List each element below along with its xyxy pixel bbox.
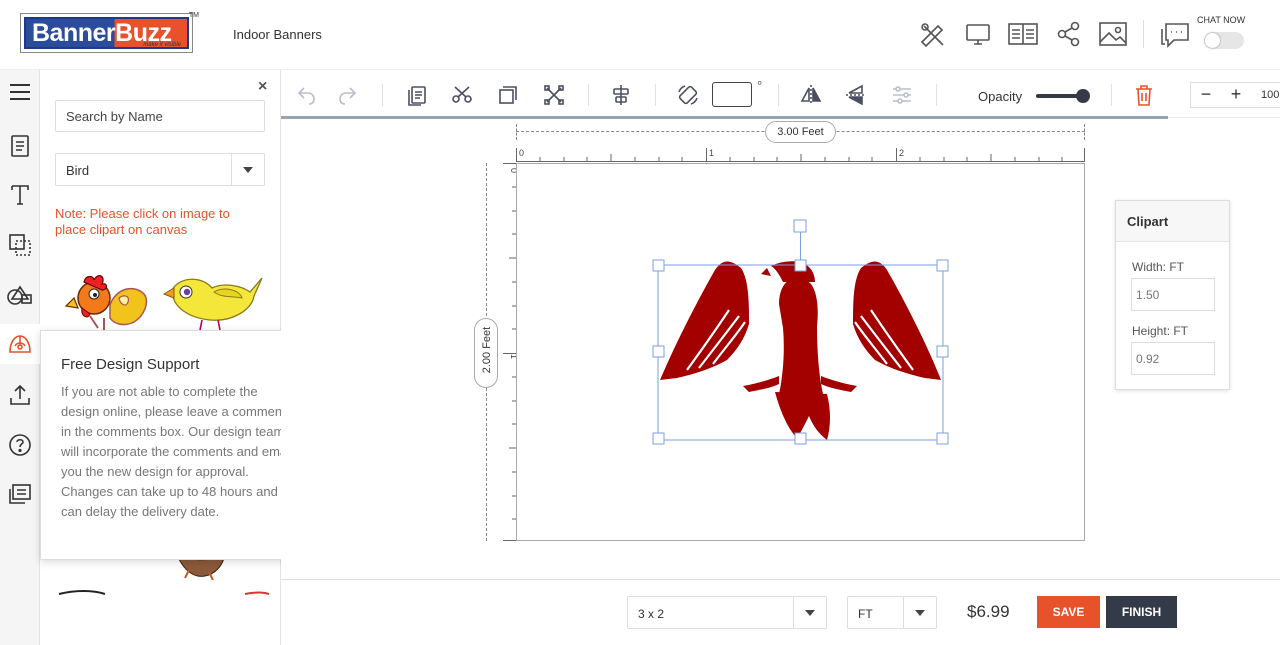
flip-horizontal-icon[interactable] bbox=[799, 83, 823, 107]
delete-icon[interactable] bbox=[1132, 83, 1156, 107]
clipart-instruction-note: Note: Please click on image to place cli… bbox=[55, 206, 230, 237]
upload-icon[interactable] bbox=[0, 375, 40, 415]
width-dimension-label: 3.00 Feet bbox=[765, 121, 836, 143]
ruler-h-label-2: 2 bbox=[899, 148, 904, 158]
image-icon[interactable] bbox=[1098, 20, 1127, 48]
width-dimension-tick bbox=[1084, 124, 1085, 140]
finish-button[interactable]: FINISH bbox=[1106, 596, 1177, 628]
clipart-row-partial[interactable] bbox=[55, 585, 270, 595]
zoom-in-button[interactable]: + bbox=[1221, 83, 1251, 107]
price-display: $6.99 bbox=[967, 602, 1010, 621]
toolbar-divider bbox=[778, 84, 779, 106]
height-dimension-pill: 2.00 Feet bbox=[474, 318, 498, 388]
toolbar-divider bbox=[1111, 84, 1112, 106]
width-dimension-tick bbox=[516, 124, 517, 140]
align-center-icon[interactable] bbox=[609, 83, 633, 107]
paste-icon[interactable] bbox=[405, 83, 429, 107]
bottom-bar: 3 x 2 FT $6.99 SAVE FINISH bbox=[281, 579, 1280, 645]
top-header: BannerBuzz make it visible TM Indoor Ban… bbox=[0, 0, 1280, 70]
opacity-slider-thumb[interactable] bbox=[1076, 89, 1090, 103]
opacity-label: Opacity bbox=[978, 89, 1023, 104]
templates-icon[interactable] bbox=[0, 126, 40, 166]
rotate-icon[interactable] bbox=[676, 83, 700, 107]
height-input[interactable] bbox=[1131, 342, 1215, 375]
comments-icon[interactable] bbox=[0, 474, 40, 514]
clipart-properties-panel: Clipart Width: FT Height: FT bbox=[1115, 200, 1230, 390]
toolbar-divider bbox=[655, 84, 656, 106]
undo-icon[interactable] bbox=[293, 83, 317, 107]
product-name: Indoor Banners bbox=[233, 27, 322, 42]
toolbar-divider bbox=[936, 84, 937, 106]
toolbar-divider bbox=[588, 84, 589, 106]
rotation-angle-input[interactable] bbox=[712, 82, 752, 107]
tools-icon[interactable] bbox=[918, 20, 946, 48]
popup-title: Free Design Support bbox=[61, 356, 200, 373]
size-select[interactable]: 3 x 2 bbox=[627, 596, 827, 629]
opacity-slider[interactable] bbox=[1036, 89, 1090, 103]
width-label: Width: FT bbox=[1132, 260, 1185, 274]
group-icon[interactable] bbox=[542, 83, 566, 107]
vertical-ruler: 0 1 bbox=[503, 163, 517, 541]
book-guide-icon[interactable] bbox=[1008, 20, 1038, 48]
layers-icon[interactable] bbox=[0, 225, 40, 265]
header-divider bbox=[1143, 20, 1144, 48]
chevron-down-icon bbox=[793, 597, 826, 628]
height-dimension-label: 2.00 Feet bbox=[481, 326, 493, 374]
chevron-down-icon bbox=[231, 154, 264, 185]
shapes-icon[interactable] bbox=[0, 275, 40, 315]
redo-icon[interactable] bbox=[337, 83, 361, 107]
clipart-rooster[interactable] bbox=[64, 270, 150, 330]
adjustments-icon[interactable] bbox=[890, 83, 914, 107]
width-input[interactable] bbox=[1131, 278, 1215, 311]
close-panel-icon[interactable]: × bbox=[258, 78, 267, 96]
flip-vertical-icon[interactable] bbox=[844, 83, 868, 107]
left-toolbar bbox=[0, 70, 40, 645]
chat-now-toggle[interactable] bbox=[1204, 32, 1244, 49]
logo-text-banner: Banner bbox=[32, 19, 116, 47]
chat-now-label: CHAT NOW bbox=[1197, 15, 1246, 25]
toggle-knob bbox=[1205, 33, 1220, 48]
category-select-value: Bird bbox=[66, 163, 90, 178]
category-select[interactable]: Bird bbox=[55, 153, 265, 186]
clipart-yellow-bird[interactable] bbox=[162, 270, 264, 331]
horizontal-ruler: 0 1 2 bbox=[516, 148, 1085, 162]
logo-badge: BannerBuzz make it visible bbox=[24, 17, 189, 49]
menu-icon[interactable] bbox=[0, 72, 40, 112]
size-select-value: 3 x 2 bbox=[638, 607, 665, 621]
chat-icon[interactable] bbox=[1160, 20, 1194, 48]
eagle-clipart[interactable] bbox=[660, 261, 941, 440]
chevron-down-icon bbox=[903, 597, 936, 628]
toolbar-divider bbox=[382, 84, 383, 106]
desktop-preview-icon[interactable] bbox=[964, 20, 992, 48]
properties-title: Clipart bbox=[1116, 201, 1229, 242]
help-icon[interactable] bbox=[0, 425, 40, 465]
save-button[interactable]: SAVE bbox=[1037, 596, 1100, 628]
cut-icon[interactable] bbox=[450, 83, 474, 107]
unit-select[interactable]: FT bbox=[847, 596, 937, 629]
logo-tagline: make it visible bbox=[143, 42, 181, 48]
ruler-h-label-1: 1 bbox=[709, 148, 714, 158]
editor-toolbar: ° Opacity − + 100 bbox=[281, 70, 1280, 119]
clipart-icon[interactable] bbox=[0, 324, 40, 364]
height-label: Height: FT bbox=[1132, 324, 1189, 338]
zoom-control: − + 100 bbox=[1190, 82, 1280, 108]
popup-body: If you are not able to complete the desi… bbox=[61, 384, 293, 519]
unit-select-value: FT bbox=[858, 607, 873, 621]
free-design-support-popup: Free Design Support × If you are not abl… bbox=[40, 330, 310, 560]
bannerbuzz-logo[interactable]: BannerBuzz make it visible TM bbox=[20, 12, 199, 53]
duplicate-icon[interactable] bbox=[496, 83, 520, 107]
degree-symbol: ° bbox=[757, 78, 763, 93]
zoom-value: 100 bbox=[1261, 89, 1280, 101]
zoom-out-button[interactable]: − bbox=[1191, 83, 1221, 107]
banner-canvas[interactable] bbox=[516, 163, 1085, 541]
clipart-search-input[interactable] bbox=[55, 100, 265, 132]
share-icon[interactable] bbox=[1055, 20, 1083, 48]
text-icon[interactable] bbox=[0, 175, 40, 215]
logo-trademark: TM bbox=[188, 12, 199, 19]
ruler-h-label-0: 0 bbox=[519, 148, 524, 158]
